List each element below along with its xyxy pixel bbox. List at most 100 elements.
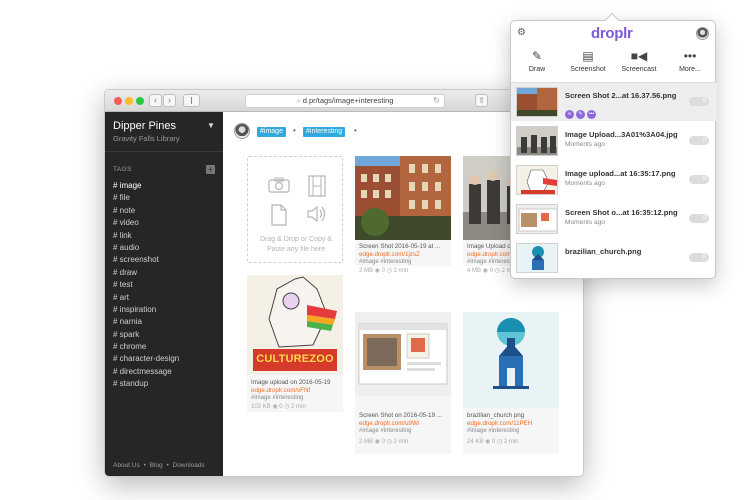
sidebar-item-draw[interactable]: # draw [113,267,179,279]
view-count-toggle[interactable]: 0 [689,253,709,262]
sidebar-item-note[interactable]: # note [113,205,179,217]
view-count-toggle[interactable]: 0 [689,175,709,184]
sidebar-item-inspiration[interactable]: # inspiration [113,304,179,316]
card-tags: #image #interesting [467,428,520,434]
view-count-toggle[interactable]: 0 [689,136,709,145]
sidebar-item-audio[interactable]: # audio [113,242,179,254]
filter-tag-image[interactable]: #image [257,127,286,137]
share-button[interactable]: ⇪ [475,94,488,107]
card-link[interactable]: edge.droplr.com/1jzsZ [359,251,420,258]
view-count-toggle[interactable]: 0 [689,214,709,223]
sidebar-item-screenshot[interactable]: # screenshot [113,254,179,266]
recent-drop-name: Image Upload...3A01%3A04.jpg [565,130,678,139]
card-tags: #image #interesting [359,428,412,434]
drop-card[interactable]: Screen Shot 2016-05-19 at ... edge.dropl… [355,156,451,274]
sidebar-item-narnia[interactable]: # narnia [113,316,179,328]
screencast-button[interactable]: ■◀ Screencast [613,48,665,73]
chevron-down-icon[interactable]: ▼ [207,121,215,130]
link-icon[interactable]: ∞ [565,110,574,119]
more-icon: ••• [683,49,697,63]
card-link[interactable]: edge.droplr.com/11PEH [467,420,532,427]
sidebar-item-image[interactable]: # image [113,180,179,192]
file-icon [270,204,288,229]
more-icon[interactable]: ••• [587,110,596,119]
more-button[interactable]: ••• More... [664,48,716,73]
card-title: Image upload on 2016-05-19 [251,379,331,386]
sidebar-toggle-button[interactable] [183,94,200,107]
card-link[interactable]: edge.droplr.com/u9Wi [359,420,419,427]
card-link[interactable]: edge.droplr.com/vFNf [251,387,310,394]
cartoon-wordmark: CULTUREZOO [256,353,334,365]
card-meta: 24 KB ◉ 0 ◷ 2 min [467,439,519,445]
droplr-logo: droplr [591,25,633,42]
card-thumbnail[interactable] [355,312,451,396]
recent-drop-row[interactable]: Screen Shot 2...at 16.37.56.png ∞ ✎ ••• 0 [511,83,717,121]
drop-card[interactable]: CULTUREZOO Image upload on 2016-05-19 ed… [247,275,343,412]
sidebar-item-art[interactable]: # art [113,292,179,304]
screenshot-icon: ▤ [582,49,594,63]
view-count-toggle[interactable]: 0 [689,97,709,106]
filter-separator: • [354,126,357,135]
sidebar-item-test[interactable]: # test [113,279,179,291]
library-owner-name[interactable]: Dipper Pines [113,120,176,132]
card-meta: 2 MB ◉ 0 ◷ 2 min [359,439,409,445]
back-button[interactable]: ‹ [149,94,162,107]
sidebar-footer: About Us • Blog • Downloads [113,462,207,469]
recent-drop-row[interactable]: brazilian_church.png 0 [511,239,717,277]
screenshot-button[interactable]: ▤ Screenshot [562,48,614,73]
sidebar-item-video[interactable]: # video [113,217,179,229]
card-title: Screen Shot 2016-05-19 at ... [359,243,441,250]
sidebar-item-link[interactable]: # link [113,230,179,242]
film-icon [308,175,326,200]
footer-separator: • [143,462,146,469]
downloads-link[interactable]: Downloads [173,462,205,469]
blog-link[interactable]: Blog [150,462,163,469]
recent-drop-row[interactable]: Image upload...at 16:35:17.png Moments a… [511,161,717,199]
sidebar-item-character-design[interactable]: # character-design [113,353,179,365]
about-link[interactable]: About Us [113,462,140,469]
sidebar-item-spark[interactable]: # spark [113,329,179,341]
card-meta: 4 MB ◉ 0 ◷ 2 min [467,268,517,274]
draw-button[interactable]: ✎ Draw [511,48,563,73]
card-meta: 103 KB ◉ 0 ◷ 2 min [251,404,306,410]
drop-card[interactable]: brazilian_church png edge.droplr.com/11P… [463,312,559,454]
draw-label: Draw [528,66,546,73]
zoom-window-button[interactable] [136,97,144,105]
address-bar[interactable]: ⌕ d.pr/tags/image+interesting ↻ [245,94,445,108]
card-title: Screen Shot on 2016-05-19 ... [359,412,442,419]
minimize-window-button[interactable] [125,97,133,105]
sidebar-divider [105,151,223,152]
card-thumbnail[interactable] [355,156,451,240]
screenshot-label: Screenshot [570,66,606,73]
recent-drop-row[interactable]: Screen Shot o...at 16:35:12.png Moments … [511,200,717,238]
avatar[interactable] [234,123,250,139]
upload-dropzone[interactable]: Drag & Drop or Copy & Paste any file her… [247,156,343,263]
sidebar-item-directmessage[interactable]: # directmessage [113,366,179,378]
footer-separator: • [166,462,169,469]
avatar[interactable] [696,27,709,40]
recent-drop-row[interactable]: Image Upload...3A01%3A04.jpg Moments ago… [511,122,717,160]
library-name: Gravity Falls Library [113,134,180,143]
close-window-button[interactable] [114,97,122,105]
sidebar-item-standup[interactable]: # standup [113,378,179,390]
droplr-logo[interactable]: droplr [113,474,149,476]
filter-tag-interesting[interactable]: #interesting [303,127,346,137]
sidebar: Dipper Pines Gravity Falls Library ▼ TAG… [105,112,223,476]
sidebar-item-file[interactable]: # file [113,192,179,204]
recent-drop-time: Moments ago [565,219,605,226]
recent-drop-name: Image upload...at 16:35:17.png [565,169,676,178]
recent-drop-name: Screen Shot 2...at 16.37.56.png [565,91,677,100]
speaker-icon [306,204,328,227]
drop-card[interactable]: Screen Shot on 2016-05-19 ... edge.dropl… [355,312,451,454]
sidebar-item-chrome[interactable]: # chrome [113,341,179,353]
reload-icon[interactable]: ↻ [433,95,440,107]
add-tag-button[interactable]: + [206,165,215,174]
recent-drop-name: Screen Shot o...at 16:35:12.png [565,208,678,217]
card-thumbnail[interactable]: CULTUREZOO [247,275,343,375]
card-thumbnail[interactable] [463,312,559,408]
pencil-icon[interactable]: ✎ [576,110,585,119]
screencast-label: Screencast [621,66,657,73]
gear-icon[interactable]: ⚙ [517,27,526,38]
pencil-icon: ✎ [531,49,543,63]
forward-button[interactable]: › [163,94,176,107]
